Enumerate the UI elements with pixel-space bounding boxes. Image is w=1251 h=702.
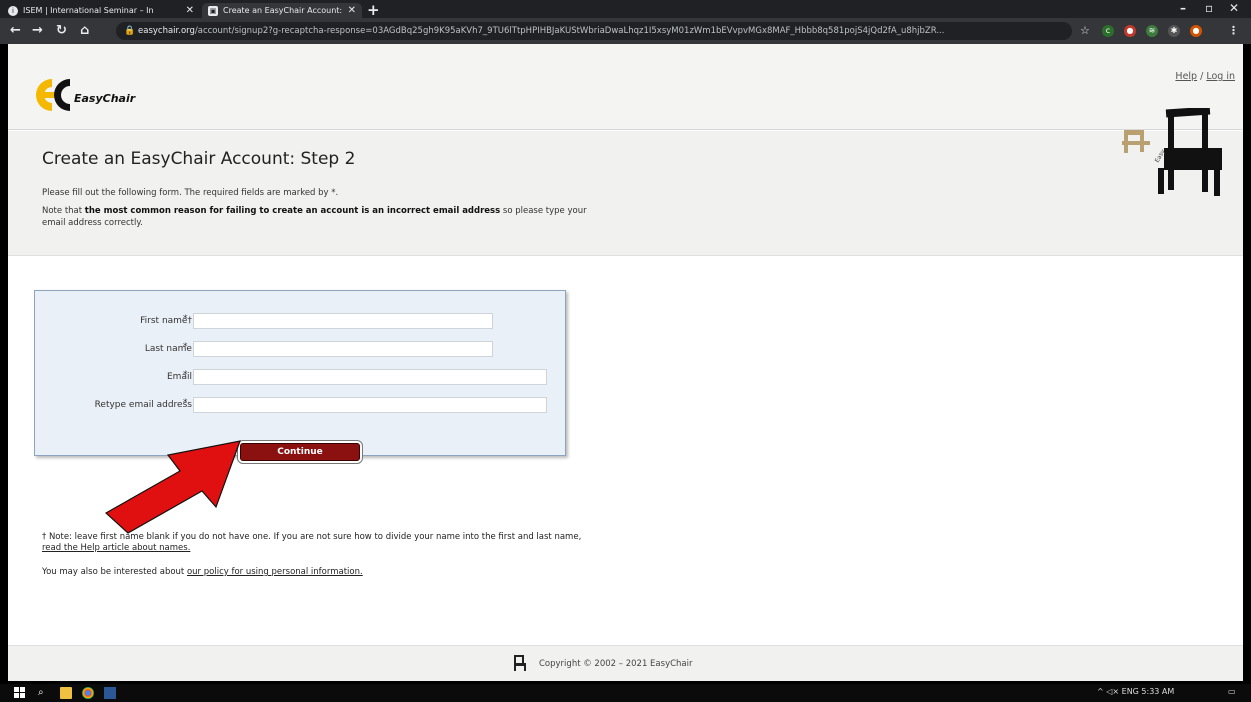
windows-taskbar: ⌕ ^ ◁× ENG 5:33 AM ▭ <box>0 684 1251 702</box>
name-note: † Note: leave first name blank if you do… <box>42 532 582 542</box>
close-tab-icon[interactable]: ✕ <box>348 5 356 16</box>
close-tab-icon[interactable]: ✕ <box>186 5 194 16</box>
chrome-icon[interactable] <box>82 687 94 699</box>
system-tray[interactable]: ^ ◁× ENG 5:33 AM <box>1097 687 1174 696</box>
tab-isem[interactable]: i ISEM | International Seminar – In ✕ <box>2 3 200 18</box>
retype-email-input[interactable] <box>193 397 547 413</box>
copyright-text: Copyright © 2002 – 2021 EasyChair <box>539 659 693 669</box>
required-marker: * <box>183 314 188 324</box>
adblock-icon[interactable]: ● <box>1124 25 1136 37</box>
forward-icon[interactable]: → <box>32 23 43 38</box>
reload-icon[interactable]: ↻ <box>56 23 67 38</box>
windows-start-icon[interactable] <box>14 687 26 699</box>
email-row: Email: * <box>35 369 567 385</box>
login-link[interactable]: Log in <box>1206 71 1235 82</box>
minimize-icon[interactable]: – <box>1180 1 1186 15</box>
email-input[interactable] <box>193 369 547 385</box>
search-icon[interactable]: ⌕ <box>38 687 50 699</box>
last-name-row: Last name: * <box>35 341 567 357</box>
retype-email-row: Retype email address: * <box>35 397 567 413</box>
word-icon[interactable] <box>104 687 116 699</box>
policy-link[interactable]: our policy for using personal informatio… <box>187 567 363 577</box>
site-footer: Copyright © 2002 – 2021 EasyChair <box>8 645 1243 681</box>
policy-note: You may also be interested about our pol… <box>42 567 363 578</box>
site-header: EasyChair Help / Log in <box>8 44 1243 130</box>
help-link[interactable]: Help <box>1175 71 1197 82</box>
chairs-illustration-icon: Easy <box>1122 108 1222 196</box>
first-name-row: First name†: * <box>35 313 567 329</box>
screen: i ISEM | International Seminar – In ✕ ▣ … <box>0 0 1251 702</box>
bookmark-star-icon[interactable]: ☆ <box>1080 24 1090 37</box>
extension-icon[interactable]: ≋ <box>1146 25 1158 37</box>
browser-toolbar: ← → ↻ ⌂ 🔒 easychair.org/account/signup2?… <box>0 18 1251 44</box>
chair-icon <box>514 655 526 671</box>
tab-title: ISEM | International Seminar – In <box>23 6 154 15</box>
email-label: Email: <box>166 372 195 382</box>
address-bar[interactable]: 🔒 easychair.org/account/signup2?g-recapt… <box>116 22 1072 40</box>
first-name-input[interactable] <box>193 313 493 329</box>
menu-kebab-icon[interactable]: ⋮ <box>1228 24 1239 37</box>
tab-title: Create an EasyChair Account: Ste <box>223 6 342 15</box>
page-title: Create an EasyChair Account: Step 2 <box>42 149 356 169</box>
intro-text: Please fill out the following form. The … <box>42 188 339 198</box>
names-help-link[interactable]: read the Help article about names. <box>42 543 190 553</box>
note-suffix: so please type your <box>500 206 587 216</box>
logo-text: EasyChair <box>74 92 136 105</box>
tab-easychair[interactable]: ▣ Create an EasyChair Account: Ste ✕ <box>202 3 362 18</box>
policy-prefix: You may also be interested about <box>42 567 187 577</box>
names-help-row: read the Help article about names. <box>42 543 190 554</box>
retype-email-label: Retype email address: <box>94 400 195 410</box>
signup-form: First name†: * Last name: * Email: * Ret… <box>34 290 567 461</box>
new-tab-icon[interactable]: + <box>367 1 380 19</box>
last-name-input[interactable] <box>193 341 493 357</box>
url-host: easychair.org <box>138 26 195 36</box>
email-note-line2: email address correctly. <box>42 218 143 228</box>
isem-favicon-icon: i <box>8 5 18 16</box>
url-path: /account/signup2?g-recaptcha-response=03… <box>194 26 945 36</box>
required-marker: * <box>183 342 188 352</box>
continue-button[interactable]: Continue <box>240 443 360 461</box>
top-links: Help / Log in <box>1175 71 1235 82</box>
close-window-icon[interactable]: ✕ <box>1229 1 1239 15</box>
extensions-puzzle-icon[interactable]: ✱ <box>1168 25 1180 37</box>
back-icon[interactable]: ← <box>10 23 21 38</box>
easychair-favicon-icon: ▣ <box>208 5 218 16</box>
note-bold: the most common reason for failing to cr… <box>84 206 501 216</box>
extension-icon[interactable]: c <box>1102 25 1114 37</box>
notifications-icon[interactable]: ▭ <box>1228 687 1236 696</box>
red-arrow-annotation-icon <box>104 440 241 534</box>
web-page: EasyChair Help / Log in Create an EasyCh… <box>8 44 1243 681</box>
required-marker: * <box>183 398 188 408</box>
link-separator: / <box>1197 71 1207 82</box>
file-explorer-icon[interactable] <box>60 687 72 699</box>
browser-tab-strip: i ISEM | International Seminar – In ✕ ▣ … <box>0 0 1251 19</box>
email-note: Note that the most common reason for fai… <box>42 205 587 217</box>
required-marker: * <box>183 370 188 380</box>
note-prefix: Note that <box>42 206 85 216</box>
maximize-icon[interactable]: ▫ <box>1205 1 1213 15</box>
title-section: Create an EasyChair Account: Step 2 Plea… <box>8 131 1243 256</box>
profile-avatar-icon[interactable]: ● <box>1190 25 1202 37</box>
lock-icon: 🔒 <box>124 26 136 36</box>
home-icon[interactable]: ⌂ <box>80 23 89 38</box>
